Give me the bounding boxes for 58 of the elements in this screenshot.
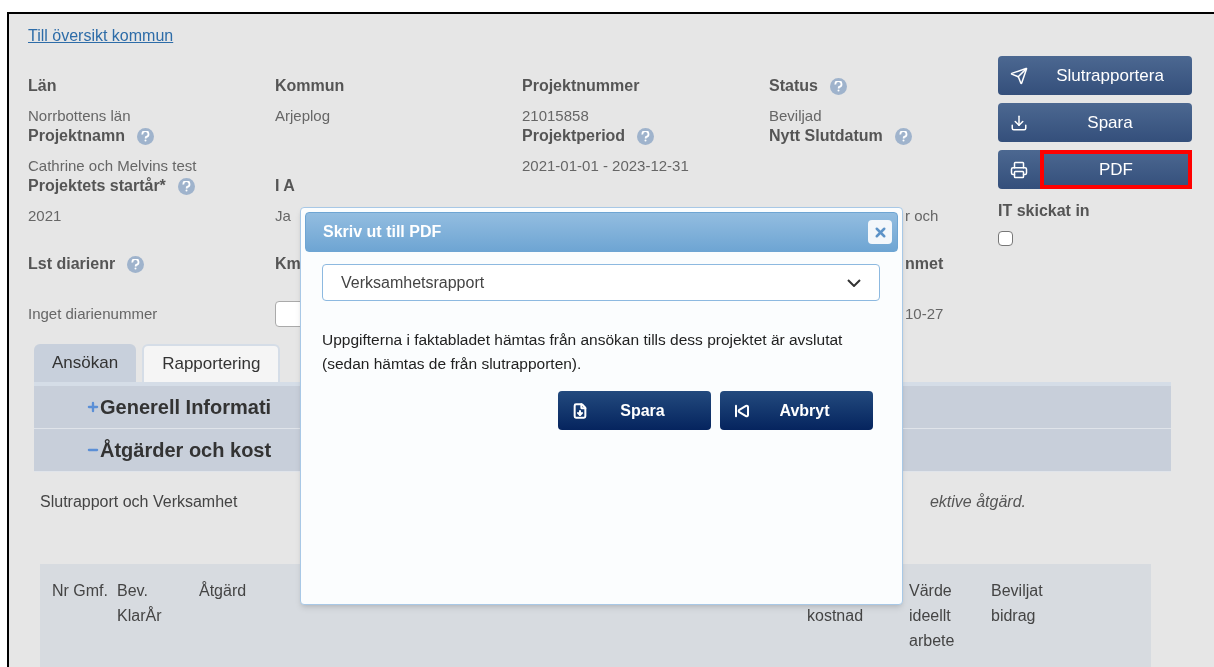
field-label: Status: [769, 76, 818, 96]
help-icon[interactable]: [127, 255, 145, 273]
column-header: Värde ideellt arbete: [909, 581, 956, 651]
note-text: Slutrapport och Verksamhet: [40, 492, 238, 512]
field-label: Km: [275, 254, 301, 274]
dialog-button[interactable]: Spara: [558, 391, 711, 430]
file-download-icon: [572, 402, 588, 419]
help-icon[interactable]: [637, 127, 655, 145]
field-value: Inget diarienummer: [28, 303, 158, 324]
field-label: Län: [28, 76, 57, 96]
download-icon: [1010, 113, 1028, 132]
field-label: Projektnummer: [522, 76, 640, 96]
skip-back-icon: [734, 402, 750, 419]
help-icon[interactable]: [136, 127, 154, 145]
field-value: Beviljad: [769, 105, 822, 126]
dialog-text: Uppgifterna i faktabladet hämtas från ansökan tills dess projektet är avslutat (sedan hämtas de från slutrapporten).: [322, 330, 844, 374]
help-icon[interactable]: [177, 177, 195, 195]
column-header: kostnad: [807, 606, 865, 626]
field-value: 10-27: [905, 303, 944, 324]
note-text: ektive åtgärd.: [929, 492, 1026, 512]
field-label: Kommun: [275, 76, 345, 96]
field-label: Projektperiod: [522, 126, 626, 146]
tab[interactable]: Ansökan: [34, 344, 137, 382]
column-header: Beviljat bidrag: [991, 581, 1044, 626]
field-label: nmet: [905, 254, 944, 274]
checkbox-label: IT skickat in: [998, 201, 1091, 221]
back-link[interactable]: Till översikt kommun: [28, 27, 174, 44]
field-value: Arjeplog: [275, 105, 331, 126]
paper-plane-icon: [1010, 66, 1028, 85]
field-value: 2021-01-01 - 2023-12-31: [522, 155, 689, 176]
column-header: Nr Gmf.: [51, 581, 109, 601]
help-icon[interactable]: [894, 127, 912, 145]
plus-icon: [86, 400, 100, 414]
chevron-down-icon: [847, 278, 861, 287]
field-label: Lst diarienr: [28, 254, 116, 274]
action-button[interactable]: Spara: [998, 103, 1192, 142]
column-header: Åtgärd: [199, 580, 248, 601]
help-icon[interactable]: [829, 77, 847, 95]
field-label: I A: [275, 176, 295, 196]
action-button[interactable]: PDF: [998, 150, 1192, 189]
field-value: Cathrine och Melvins test: [28, 155, 197, 176]
close-button[interactable]: [868, 220, 892, 244]
dialog-button[interactable]: Avbryt: [720, 391, 873, 430]
field-value: 2021: [28, 205, 62, 226]
report-select[interactable]: Verksamhetsrapport: [322, 264, 880, 301]
field-label: Nytt Slutdatum: [769, 126, 883, 146]
checkbox[interactable]: [998, 231, 1013, 246]
column-header: Bev. KlarÅr: [117, 581, 163, 626]
field-value: r och: [905, 205, 939, 226]
field-label: Projektets startår*: [28, 176, 166, 196]
action-button[interactable]: Slutrapportera: [998, 56, 1192, 95]
field-value: Norrbottens län: [28, 105, 131, 126]
tab[interactable]: Rapportering: [142, 344, 281, 382]
printer-icon: [1010, 160, 1028, 179]
field-value: 21015858: [522, 105, 589, 126]
field-label: Projektnamn: [28, 126, 125, 146]
field-value: Ja: [275, 205, 291, 226]
dialog-title: Skriv ut till PDF: [323, 222, 442, 242]
